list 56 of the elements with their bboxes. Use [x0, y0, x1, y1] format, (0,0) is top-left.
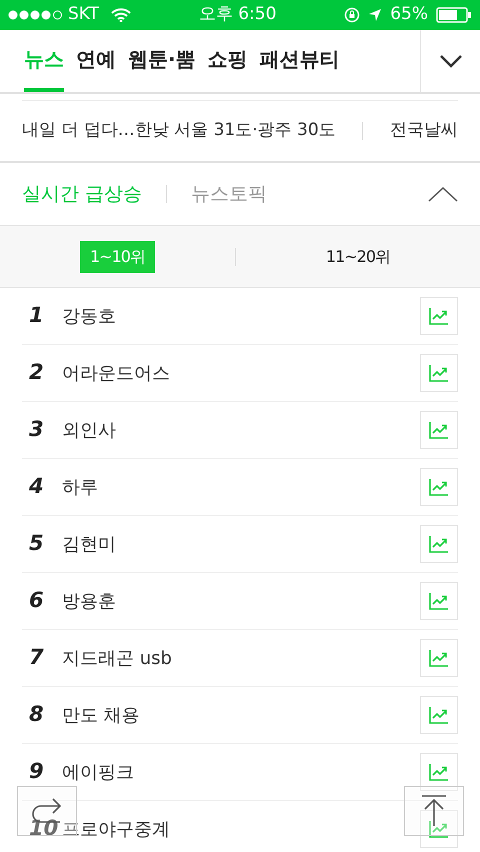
category-tab[interactable]: 쇼핑 [208, 30, 248, 92]
rank-number: 5 [28, 530, 45, 558]
trend-chart-button[interactable] [420, 696, 458, 734]
trend-chart-icon [429, 421, 449, 439]
keyword-link[interactable]: 하루 [62, 474, 98, 500]
category-tab[interactable]: 웹툰·뿜 [128, 30, 196, 92]
carrier-name: SKT [68, 3, 100, 26]
keyword-link[interactable]: 어라운드어스 [62, 360, 170, 386]
trend-chart-button[interactable] [420, 525, 458, 563]
clock-time: 오후 6:50 [198, 3, 276, 26]
trend-chart-icon [429, 649, 449, 667]
weather-link[interactable]: 전국날씨 [390, 118, 458, 144]
trend-chart-button[interactable] [420, 639, 458, 677]
rank-number: 9 [28, 758, 45, 786]
trend-chart-icon [429, 820, 449, 838]
category-tab[interactable]: 연예 [76, 30, 116, 92]
keyword-link[interactable]: 만도 채용 [62, 702, 140, 728]
arrow-up-icon [420, 795, 448, 827]
rank-number: 8 [28, 701, 45, 728]
keyword-link[interactable]: 지드래곤 usb [62, 644, 172, 672]
trend-chart-icon [429, 763, 449, 781]
rank-number: 7 [28, 644, 45, 672]
trend-chart-button[interactable] [420, 468, 458, 506]
rank-number: 6 [28, 587, 45, 614]
keyword-link[interactable]: 프로야구중계 [62, 816, 170, 842]
trend-chart-icon [429, 535, 449, 553]
rotation-lock-icon [344, 7, 360, 23]
keyword-link[interactable]: 방용훈 [62, 588, 116, 614]
headline-link[interactable]: 내일 더 덥다…한낮 서울 31도·광주 30도 [22, 118, 336, 144]
category-tab[interactable]: 패션뷰티 [260, 30, 340, 92]
trend-chart-button[interactable] [420, 354, 458, 392]
rank-number: 3 [28, 416, 45, 444]
keyword-link[interactable]: 김현미 [62, 530, 116, 558]
trend-chart-icon [429, 307, 449, 325]
rank-number: 2 [28, 359, 45, 386]
wifi-icon [111, 8, 132, 22]
trend-chart-icon [429, 706, 449, 724]
rank-number: 4 [28, 473, 45, 500]
keyword-link[interactable]: 강동호 [62, 302, 116, 330]
trend-chart-button[interactable] [420, 582, 458, 620]
chevron-down-icon [438, 54, 462, 68]
collapse-button[interactable] [428, 186, 458, 202]
trend-chart-icon [429, 592, 449, 610]
rank-number: 1 [28, 302, 45, 330]
range-tab[interactable]: 11~20위 [316, 240, 400, 272]
keyword-link[interactable]: 외인사 [62, 416, 116, 444]
battery-icon [436, 7, 472, 23]
trend-chart-button[interactable] [420, 297, 458, 335]
trend-chart-icon [429, 478, 449, 496]
signal-icon [8, 10, 64, 20]
trend-chart-icon [429, 364, 449, 382]
battery-percent: 65% [390, 3, 428, 26]
keyword-link[interactable]: 에이핑크 [62, 758, 134, 786]
scroll-top-button[interactable] [404, 786, 464, 836]
location-arrow-icon [368, 8, 382, 22]
trend-chart-button[interactable] [420, 411, 458, 449]
